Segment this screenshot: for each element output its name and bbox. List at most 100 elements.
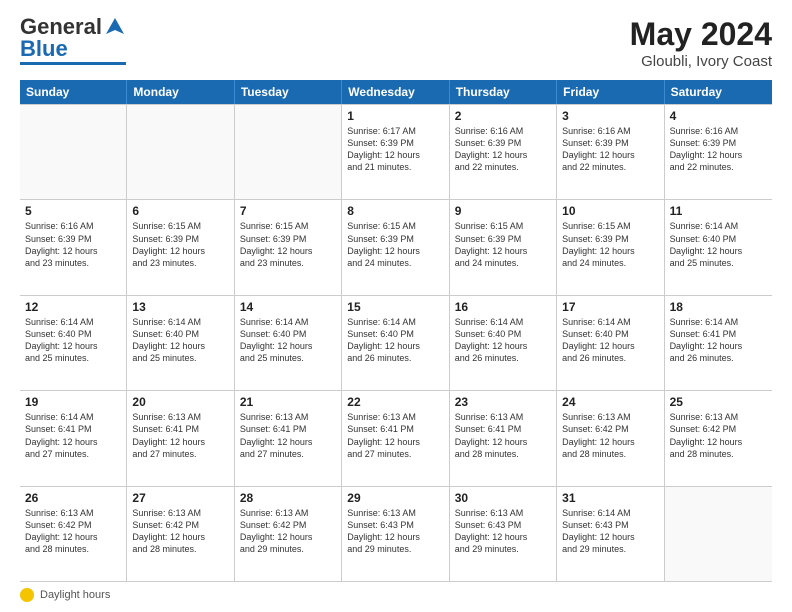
weekday-header: Thursday xyxy=(450,80,557,104)
cell-info: Sunrise: 6:14 AM Sunset: 6:41 PM Dayligh… xyxy=(670,316,767,365)
weekday-header: Wednesday xyxy=(342,80,449,104)
logo: General Blue xyxy=(20,16,126,65)
page-location: Gloubli, Ivory Coast xyxy=(630,53,772,70)
calendar-cell: 1 Sunrise: 6:17 AM Sunset: 6:39 PM Daylig… xyxy=(342,105,449,199)
calendar-cell: 22 Sunrise: 6:13 AM Sunset: 6:41 PM Dayli… xyxy=(342,391,449,485)
calendar-cell: 3Sunrise: 6:16 AM Sunset: 6:39 PM Daylig… xyxy=(557,105,664,199)
cell-info: Sunrise: 6:13 AM Sunset: 6:41 PM Dayligh… xyxy=(240,411,336,460)
calendar-cell: 19 Sunrise: 6:14 AM Sunset: 6:41 PM Dayli… xyxy=(20,391,127,485)
cell-info: Sunrise: 6:16 AM Sunset: 6:39 PM Dayligh… xyxy=(670,125,767,174)
calendar-cell: 21 Sunrise: 6:13 AM Sunset: 6:41 PM Dayli… xyxy=(235,391,342,485)
calendar-cell xyxy=(127,105,234,199)
day-number: 23 xyxy=(455,395,551,409)
calendar-row: 5 Sunrise: 6:16 AM Sunset: 6:39 PM Daylig… xyxy=(20,200,772,295)
day-number: 20 xyxy=(132,395,228,409)
calendar-row: 19 Sunrise: 6:14 AM Sunset: 6:41 PM Dayli… xyxy=(20,391,772,486)
weekday-header: Monday xyxy=(127,80,234,104)
cell-info: Sunrise: 6:17 AM Sunset: 6:39 PM Dayligh… xyxy=(347,125,443,174)
day-number: 31 xyxy=(562,491,658,505)
day-number: 19 xyxy=(25,395,121,409)
calendar-cell: 6 Sunrise: 6:15 AM Sunset: 6:39 PM Daylig… xyxy=(127,200,234,294)
day-number: 29 xyxy=(347,491,443,505)
cell-info: Sunrise: 6:13 AM Sunset: 6:42 PM Dayligh… xyxy=(132,507,228,556)
day-number: 11 xyxy=(670,204,767,218)
title-block: May 2024 Gloubli, Ivory Coast xyxy=(630,16,772,70)
calendar-cell: 29 Sunrise: 6:13 AM Sunset: 6:43 PM Dayli… xyxy=(342,487,449,581)
cell-info: Sunrise: 6:13 AM Sunset: 6:43 PM Dayligh… xyxy=(347,507,443,556)
cell-info: Sunrise: 6:14 AM Sunset: 6:40 PM Dayligh… xyxy=(562,316,658,365)
calendar-cell: 4Sunrise: 6:16 AM Sunset: 6:39 PM Daylig… xyxy=(665,105,772,199)
day-number: 10 xyxy=(562,204,658,218)
calendar-cell xyxy=(665,487,772,581)
day-number: 15 xyxy=(347,300,443,314)
weekday-header: Sunday xyxy=(20,80,127,104)
calendar-row: 1 Sunrise: 6:17 AM Sunset: 6:39 PM Daylig… xyxy=(20,104,772,200)
calendar-cell: 20 Sunrise: 6:13 AM Sunset: 6:41 PM Dayli… xyxy=(127,391,234,485)
calendar-cell: 2Sunrise: 6:16 AM Sunset: 6:39 PM Daylig… xyxy=(450,105,557,199)
footer-label: Daylight hours xyxy=(40,589,110,601)
calendar-cell: 14Sunrise: 6:14 AM Sunset: 6:40 PM Dayli… xyxy=(235,296,342,390)
calendar-cell: 12Sunrise: 6:14 AM Sunset: 6:40 PM Dayli… xyxy=(20,296,127,390)
cell-info: Sunrise: 6:14 AM Sunset: 6:40 PM Dayligh… xyxy=(240,316,336,365)
page-title: May 2024 xyxy=(630,16,772,53)
cell-info: Sunrise: 6:15 AM Sunset: 6:39 PM Dayligh… xyxy=(455,220,551,269)
cell-info: Sunrise: 6:13 AM Sunset: 6:43 PM Dayligh… xyxy=(455,507,551,556)
day-number: 8 xyxy=(347,204,443,218)
calendar-cell: 13Sunrise: 6:14 AM Sunset: 6:40 PM Dayli… xyxy=(127,296,234,390)
day-number: 28 xyxy=(240,491,336,505)
logo-general: General xyxy=(20,16,102,38)
day-number: 25 xyxy=(670,395,767,409)
calendar-body: 1 Sunrise: 6:17 AM Sunset: 6:39 PM Daylig… xyxy=(20,104,772,582)
calendar-cell: 5 Sunrise: 6:16 AM Sunset: 6:39 PM Daylig… xyxy=(20,200,127,294)
cell-info: Sunrise: 6:14 AM Sunset: 6:40 PM Dayligh… xyxy=(25,316,121,365)
cell-info: Sunrise: 6:14 AM Sunset: 6:40 PM Dayligh… xyxy=(670,220,767,269)
day-number: 1 xyxy=(347,109,443,123)
calendar-cell: 8 Sunrise: 6:15 AM Sunset: 6:39 PM Daylig… xyxy=(342,200,449,294)
logo-line xyxy=(20,62,126,65)
cell-info: Sunrise: 6:13 AM Sunset: 6:42 PM Dayligh… xyxy=(25,507,121,556)
calendar-cell: 25Sunrise: 6:13 AM Sunset: 6:42 PM Dayli… xyxy=(665,391,772,485)
day-number: 30 xyxy=(455,491,551,505)
calendar-cell: 9 Sunrise: 6:15 AM Sunset: 6:39 PM Daylig… xyxy=(450,200,557,294)
day-number: 7 xyxy=(240,204,336,218)
day-number: 24 xyxy=(562,395,658,409)
calendar-cell xyxy=(235,105,342,199)
cell-info: Sunrise: 6:16 AM Sunset: 6:39 PM Dayligh… xyxy=(25,220,121,269)
cell-info: Sunrise: 6:16 AM Sunset: 6:39 PM Dayligh… xyxy=(455,125,551,174)
logo-blue: Blue xyxy=(20,38,68,60)
day-number: 27 xyxy=(132,491,228,505)
cell-info: Sunrise: 6:14 AM Sunset: 6:40 PM Dayligh… xyxy=(455,316,551,365)
day-number: 9 xyxy=(455,204,551,218)
calendar-cell: 18 Sunrise: 6:14 AM Sunset: 6:41 PM Dayli… xyxy=(665,296,772,390)
calendar-header: SundayMondayTuesdayWednesdayThursdayFrid… xyxy=(20,80,772,104)
calendar-cell xyxy=(20,105,127,199)
cell-info: Sunrise: 6:13 AM Sunset: 6:41 PM Dayligh… xyxy=(347,411,443,460)
calendar: SundayMondayTuesdayWednesdayThursdayFrid… xyxy=(20,80,772,582)
cell-info: Sunrise: 6:13 AM Sunset: 6:42 PM Dayligh… xyxy=(240,507,336,556)
day-number: 17 xyxy=(562,300,658,314)
day-number: 5 xyxy=(25,204,121,218)
cell-info: Sunrise: 6:13 AM Sunset: 6:41 PM Dayligh… xyxy=(455,411,551,460)
calendar-cell: 17 Sunrise: 6:14 AM Sunset: 6:40 PM Dayli… xyxy=(557,296,664,390)
weekday-header: Friday xyxy=(557,80,664,104)
day-number: 6 xyxy=(132,204,228,218)
day-number: 16 xyxy=(455,300,551,314)
cell-info: Sunrise: 6:15 AM Sunset: 6:39 PM Dayligh… xyxy=(347,220,443,269)
day-number: 22 xyxy=(347,395,443,409)
cell-info: Sunrise: 6:13 AM Sunset: 6:41 PM Dayligh… xyxy=(132,411,228,460)
calendar-row: 26 Sunrise: 6:13 AM Sunset: 6:42 PM Dayli… xyxy=(20,487,772,582)
cell-info: Sunrise: 6:14 AM Sunset: 6:40 PM Dayligh… xyxy=(347,316,443,365)
cell-info: Sunrise: 6:14 AM Sunset: 6:40 PM Dayligh… xyxy=(132,316,228,365)
cell-info: Sunrise: 6:14 AM Sunset: 6:41 PM Dayligh… xyxy=(25,411,121,460)
cell-info: Sunrise: 6:13 AM Sunset: 6:42 PM Dayligh… xyxy=(562,411,658,460)
calendar-row: 12Sunrise: 6:14 AM Sunset: 6:40 PM Dayli… xyxy=(20,296,772,391)
calendar-cell: 24 Sunrise: 6:13 AM Sunset: 6:42 PM Dayli… xyxy=(557,391,664,485)
day-number: 18 xyxy=(670,300,767,314)
calendar-cell: 11 Sunrise: 6:14 AM Sunset: 6:40 PM Dayli… xyxy=(665,200,772,294)
day-number: 21 xyxy=(240,395,336,409)
calendar-cell: 7Sunrise: 6:15 AM Sunset: 6:39 PM Daylig… xyxy=(235,200,342,294)
cell-info: Sunrise: 6:15 AM Sunset: 6:39 PM Dayligh… xyxy=(132,220,228,269)
day-number: 26 xyxy=(25,491,121,505)
calendar-cell: 30 Sunrise: 6:13 AM Sunset: 6:43 PM Dayli… xyxy=(450,487,557,581)
logo-icon xyxy=(104,16,126,38)
